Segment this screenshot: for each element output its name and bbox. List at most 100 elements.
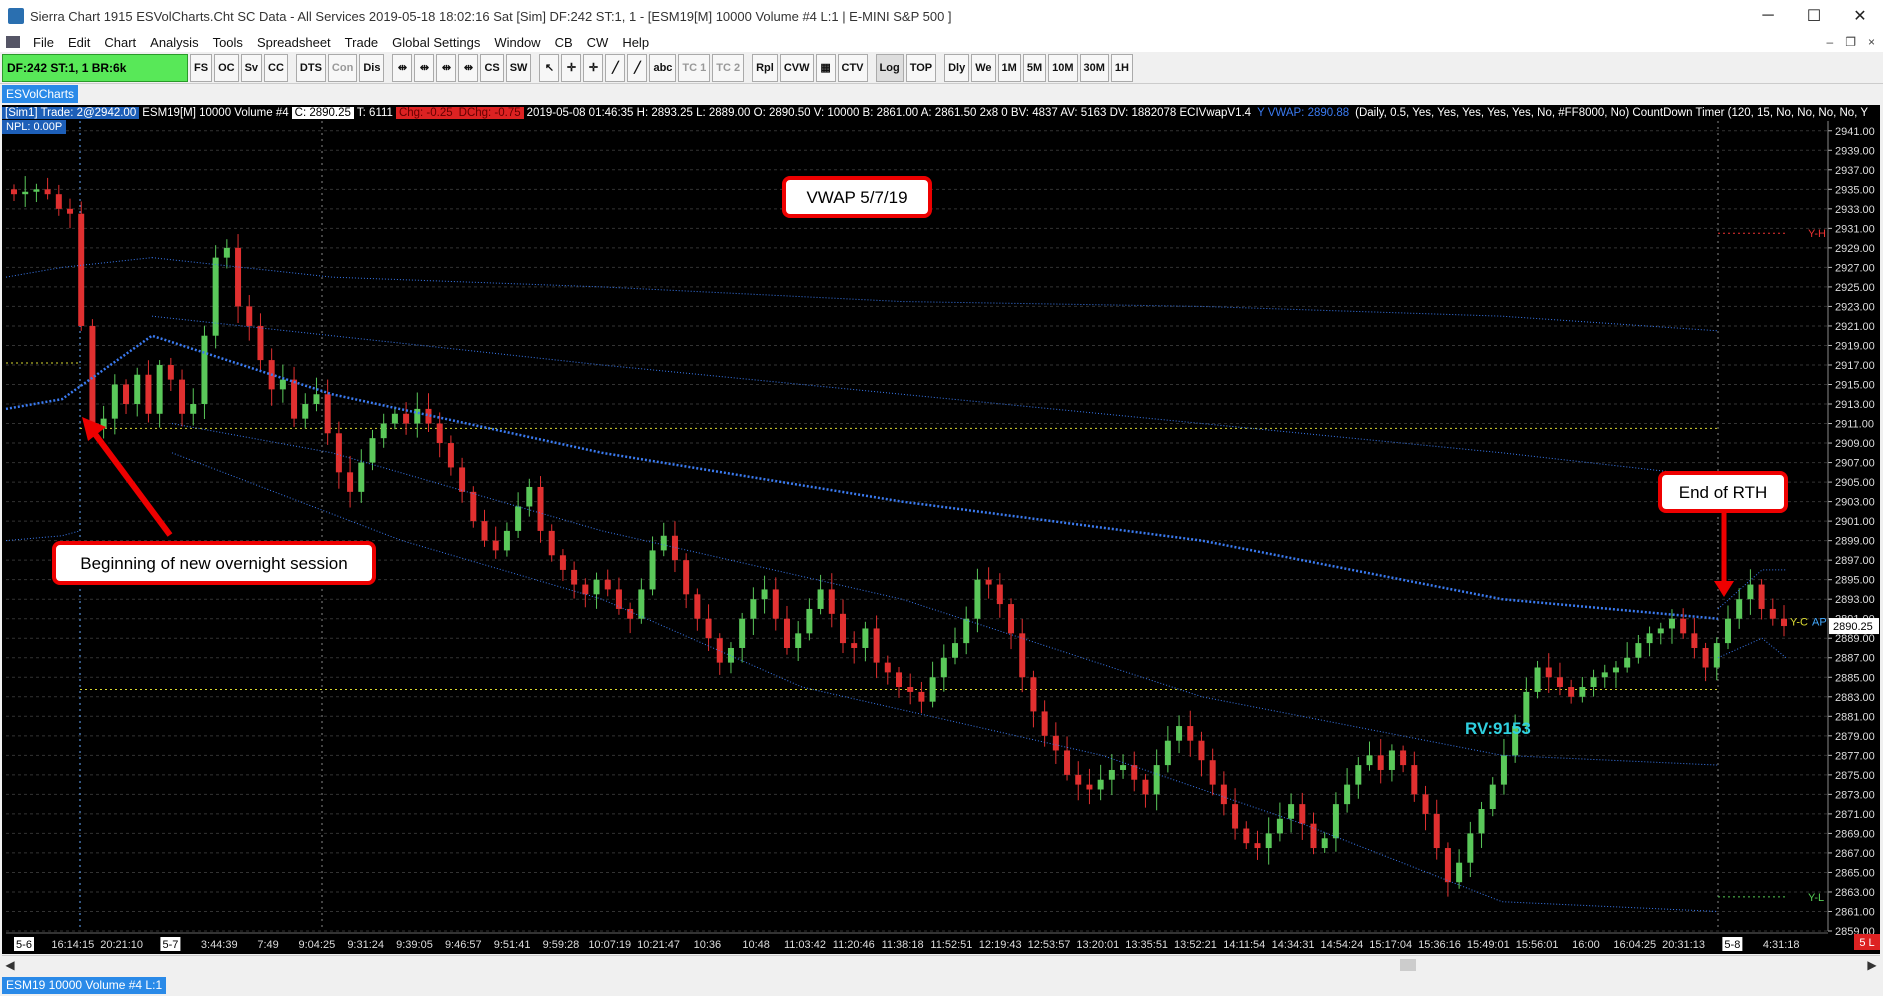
tb-dis[interactable]: Dis	[359, 53, 385, 82]
candle-body[interactable]	[459, 467, 466, 492]
candle-body[interactable]	[1736, 599, 1743, 619]
candle-body[interactable]	[1120, 765, 1127, 770]
candle-body[interactable]	[313, 394, 320, 405]
candle-body[interactable]	[1758, 584, 1765, 609]
menu-window[interactable]: Window	[487, 35, 547, 50]
candle-body[interactable]	[1702, 647, 1709, 668]
tf-5m-button[interactable]: 5M	[1022, 53, 1047, 82]
pointer-icon[interactable]: ↖	[539, 53, 560, 82]
candle-body[interactable]	[1344, 784, 1351, 805]
tb-oc[interactable]: OC	[214, 53, 239, 82]
candle-body[interactable]	[1332, 804, 1339, 839]
tf-1h-button[interactable]: 1H	[1110, 53, 1133, 82]
candle-body[interactable]	[1388, 750, 1395, 770]
candle-body[interactable]	[111, 384, 118, 419]
ctv-button[interactable]: CTV	[837, 53, 868, 82]
candle-body[interactable]	[660, 535, 667, 551]
candle-body[interactable]	[548, 530, 555, 556]
candle-body[interactable]	[1153, 765, 1160, 795]
candle-body[interactable]	[1366, 755, 1373, 766]
tb-fs[interactable]: FS	[190, 53, 213, 82]
candle-body[interactable]	[985, 579, 992, 585]
tb-cs[interactable]: CS	[480, 53, 504, 82]
candle-body[interactable]	[55, 194, 62, 209]
candle-body[interactable]	[1724, 618, 1731, 644]
candle-body[interactable]	[22, 191, 29, 195]
candle-body[interactable]	[1680, 618, 1687, 634]
candle-body[interactable]	[806, 608, 813, 634]
candle-body[interactable]	[1534, 667, 1541, 692]
candle-body[interactable]	[1691, 633, 1698, 648]
candle-body[interactable]	[1209, 760, 1216, 785]
candle-body[interactable]	[1635, 643, 1642, 658]
menu-spreadsheet[interactable]: Spreadsheet	[250, 35, 338, 50]
candle-body[interactable]	[694, 594, 701, 619]
tb-dts[interactable]: DTS	[295, 53, 326, 82]
candle-body[interactable]	[873, 628, 880, 663]
candle-body[interactable]	[1467, 833, 1474, 863]
candle-body[interactable]	[1556, 677, 1563, 688]
candle-body[interactable]	[134, 374, 141, 405]
candle-body[interactable]	[492, 540, 499, 551]
child-minimize-button[interactable]: –	[1827, 35, 1834, 49]
candle-body[interactable]	[1411, 765, 1418, 795]
candle-body[interactable]	[44, 189, 51, 195]
tb-sw[interactable]: SW	[505, 53, 532, 82]
candle-body[interactable]	[862, 628, 869, 648]
tvw-grid-icon[interactable]: ▦	[815, 53, 836, 82]
candle-body[interactable]	[1041, 711, 1048, 736]
candle-body[interactable]	[1243, 828, 1250, 844]
scroll-right-icon[interactable]: ▶	[1864, 956, 1880, 974]
tf-weekly-button[interactable]: We	[971, 53, 996, 82]
candle-body[interactable]	[929, 677, 936, 702]
candle-body[interactable]	[952, 643, 959, 658]
candle-body[interactable]	[671, 535, 678, 561]
candle-body[interactable]	[1288, 804, 1295, 819]
candle-body[interactable]	[447, 443, 454, 468]
candle-body[interactable]	[167, 364, 174, 380]
candle-body[interactable]	[212, 257, 219, 336]
child-close-button[interactable]: ×	[1868, 35, 1875, 49]
line-tool-icon[interactable]: ╱	[605, 53, 626, 82]
tf-1m-button[interactable]: 1M	[997, 53, 1021, 82]
child-restore-button[interactable]: ❐	[1845, 35, 1856, 49]
candle-body[interactable]	[369, 438, 376, 463]
menu-chart[interactable]: Chart	[97, 35, 143, 50]
candle-body[interactable]	[1321, 838, 1328, 849]
candle-body[interactable]	[772, 589, 779, 619]
candle-body[interactable]	[783, 618, 790, 648]
candle-body[interactable]	[503, 530, 510, 551]
candle-body[interactable]	[481, 521, 488, 541]
system-menu-icon[interactable]	[6, 36, 20, 48]
menu-file[interactable]: File	[26, 35, 61, 50]
bar-spacing-wide-icon[interactable]: ⇹	[414, 53, 435, 82]
candle-body[interactable]	[683, 560, 690, 595]
candle-body[interactable]	[1198, 740, 1205, 761]
ray-tool-icon[interactable]: ╱	[627, 53, 648, 82]
candle-body[interactable]	[436, 423, 443, 444]
maximize-button[interactable]: ☐	[1791, 0, 1837, 32]
horizontal-scrollbar[interactable]: ◀ ▶	[2, 955, 1880, 973]
candle-body[interactable]	[1568, 687, 1575, 697]
candle-body[interactable]	[257, 325, 264, 361]
menu-cw[interactable]: CW	[580, 35, 616, 50]
candle-body[interactable]	[1612, 667, 1619, 673]
tf-daily-button[interactable]: Dly	[944, 53, 970, 82]
candle-body[interactable]	[190, 404, 197, 414]
candle-body[interactable]	[1624, 657, 1631, 668]
candle-body[interactable]	[1456, 862, 1463, 883]
candle-body[interactable]	[974, 579, 981, 619]
candle-body[interactable]	[795, 633, 802, 648]
candle-body[interactable]	[604, 579, 611, 590]
candle-body[interactable]	[223, 247, 230, 258]
candle-body[interactable]	[1579, 687, 1586, 697]
candle-body[interactable]	[235, 247, 242, 307]
candle-body[interactable]	[78, 213, 85, 326]
candle-body[interactable]	[615, 589, 622, 609]
candle-body[interactable]	[1232, 804, 1239, 829]
candle-body[interactable]	[1545, 667, 1552, 678]
candle-body[interactable]	[571, 569, 578, 585]
candle-body[interactable]	[1478, 809, 1485, 834]
scroll-thumb[interactable]	[1400, 959, 1416, 971]
tf-30m-button[interactable]: 30M	[1079, 53, 1109, 82]
